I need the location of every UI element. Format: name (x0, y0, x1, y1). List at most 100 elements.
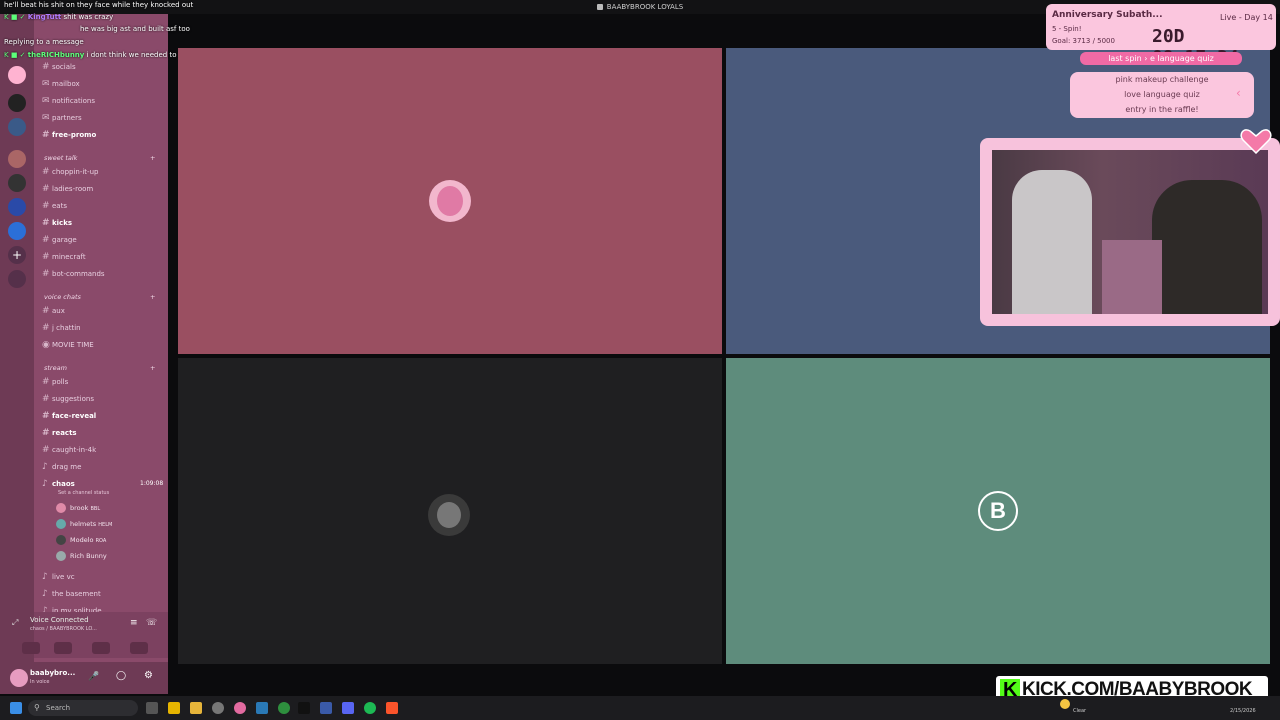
channel-label: j chattin (52, 324, 81, 332)
channel-free-promo[interactable]: # free-promo (42, 128, 166, 142)
task-view-icon[interactable] (146, 702, 158, 714)
channel-status[interactable]: Set a channel status (58, 490, 109, 496)
server-icon[interactable] (8, 94, 26, 112)
channel-caught-in-4k[interactable]: # caught-in-4k (42, 443, 166, 457)
voice-channel-chaos[interactable]: ♪ chaos 1:09:08 (42, 477, 166, 491)
channel-face-reveal[interactable]: # face-reveal (42, 409, 166, 423)
channel-chattin[interactable]: # j chattin (42, 321, 166, 335)
user-tag: ROA (95, 538, 107, 544)
weather-icon[interactable] (1060, 699, 1070, 709)
soundboard-button[interactable] (130, 642, 148, 654)
chat-username: KingTutt (27, 13, 62, 21)
voice-user-name: Rich Bunny (70, 552, 107, 560)
channel-polls[interactable]: # polls (42, 375, 166, 389)
add-channel-icon[interactable]: + (150, 362, 155, 374)
add-channel-icon[interactable]: + (150, 152, 155, 164)
channel-label: MOVIE TIME (52, 341, 94, 349)
channel-choppin[interactable]: # choppin-it-up (42, 165, 166, 179)
add-channel-icon[interactable]: + (150, 291, 155, 303)
app-icon[interactable] (320, 702, 332, 714)
discover-icon[interactable] (8, 270, 26, 288)
app-icon[interactable] (168, 702, 180, 714)
server-icon[interactable] (8, 198, 26, 216)
hash-icon: # (42, 306, 50, 316)
voice-user[interactable]: Modelo ROA (56, 533, 106, 547)
file-explorer-icon[interactable] (190, 702, 202, 714)
channel-basement[interactable]: ♪ the basement (42, 587, 166, 601)
channel-label: chaos (52, 480, 75, 488)
channel-garage[interactable]: # garage (42, 233, 166, 247)
server-icon[interactable] (8, 118, 26, 136)
screen-share-button[interactable] (54, 642, 72, 654)
taskbar-search[interactable]: ⚲ Search (28, 700, 138, 716)
add-server-icon[interactable]: + (8, 246, 26, 264)
activities-button[interactable] (92, 642, 110, 654)
webcam-feed (992, 150, 1268, 314)
voice-user[interactable]: helmets HELM (56, 517, 112, 531)
channel-label: reacts (52, 429, 77, 437)
call-tile[interactable] (178, 358, 722, 664)
windows-start-icon[interactable] (10, 702, 22, 714)
user-name: baabybro... (30, 669, 76, 677)
voice-user[interactable]: Rich Bunny (56, 549, 107, 563)
camera-off-button[interactable] (22, 642, 40, 654)
disconnect-icon[interactable]: ☏ (146, 618, 157, 628)
voice-connected-sub[interactable]: chaos / BAABYBROOK LO... (30, 626, 97, 632)
avatar (56, 535, 66, 545)
channel-aux[interactable]: # aux (42, 304, 166, 318)
app-icon (596, 4, 603, 10)
mic-icon[interactable]: 🎤 (88, 672, 99, 682)
channel-notifications[interactable]: ✉ notifications (42, 94, 166, 108)
channel-kicks[interactable]: # kicks (42, 216, 166, 230)
steam-icon[interactable] (256, 702, 268, 714)
server-icon[interactable] (8, 150, 26, 168)
channel-reacts[interactable]: # reacts (42, 426, 166, 440)
category-stream[interactable]: stream + (44, 362, 155, 374)
voice-connected-label: Voice Connected (30, 616, 89, 624)
gear-icon[interactable]: ⚙ (144, 670, 153, 681)
category-voice-chats[interactable]: voice chats + (44, 291, 155, 303)
tiktok-icon[interactable] (298, 702, 310, 714)
channel-live-vc[interactable]: ♪ live vc (42, 570, 166, 584)
channel-suggestions[interactable]: # suggestions (42, 392, 166, 406)
channel-ladies-room[interactable]: # ladies-room (42, 182, 166, 196)
spotify-icon[interactable] (364, 702, 376, 714)
speaker-icon: ♪ (42, 589, 48, 599)
channel-movie-time[interactable]: ◉ MOVIE TIME (42, 338, 166, 352)
avatar: B (978, 491, 1018, 531)
call-tile[interactable]: B (726, 358, 1270, 664)
wheel-item: entry in the raffle! (1125, 105, 1199, 114)
app-icon[interactable] (212, 702, 224, 714)
avatar (56, 503, 66, 513)
channel-bot-commands[interactable]: # bot-commands (42, 267, 166, 281)
server-icon[interactable] (8, 222, 26, 240)
app-icon[interactable] (234, 702, 246, 714)
taskbar-date[interactable]: 2/15/2026 (1230, 708, 1256, 714)
channel-drag-me[interactable]: ♪ drag me (42, 460, 166, 474)
channel-partners[interactable]: ✉ partners (42, 111, 166, 125)
avatar[interactable] (10, 669, 28, 687)
user-tag: HELM (98, 522, 113, 528)
headphones-icon[interactable]: ◯ (116, 671, 126, 681)
channel-mailbox[interactable]: ✉ mailbox (42, 77, 166, 91)
webcam-frame (980, 138, 1280, 326)
channel-eats[interactable]: # eats (42, 199, 166, 213)
category-sweet-talk[interactable]: sweet talk + (44, 152, 155, 164)
channel-minecraft[interactable]: # minecraft (42, 250, 166, 264)
server-icon[interactable] (8, 66, 26, 84)
voice-user[interactable]: brook BBL (56, 501, 100, 515)
call-tile[interactable] (178, 48, 722, 354)
channel-socials[interactable]: # socials (42, 60, 166, 74)
channel-label: eats (52, 202, 67, 210)
server-icon[interactable] (8, 174, 26, 192)
noise-icon[interactable]: ≡ (130, 618, 138, 628)
avatar-initial: B (990, 498, 1006, 523)
chat-reply-indicator: Replying to a message (4, 38, 84, 46)
heart-icon (1240, 129, 1272, 154)
xbox-icon[interactable] (278, 702, 290, 714)
hash-icon: # (42, 252, 50, 262)
channel-label: face-reveal (52, 412, 97, 420)
stage-icon: ◉ (42, 340, 50, 350)
discord-icon[interactable] (342, 702, 354, 714)
brave-icon[interactable] (386, 702, 398, 714)
